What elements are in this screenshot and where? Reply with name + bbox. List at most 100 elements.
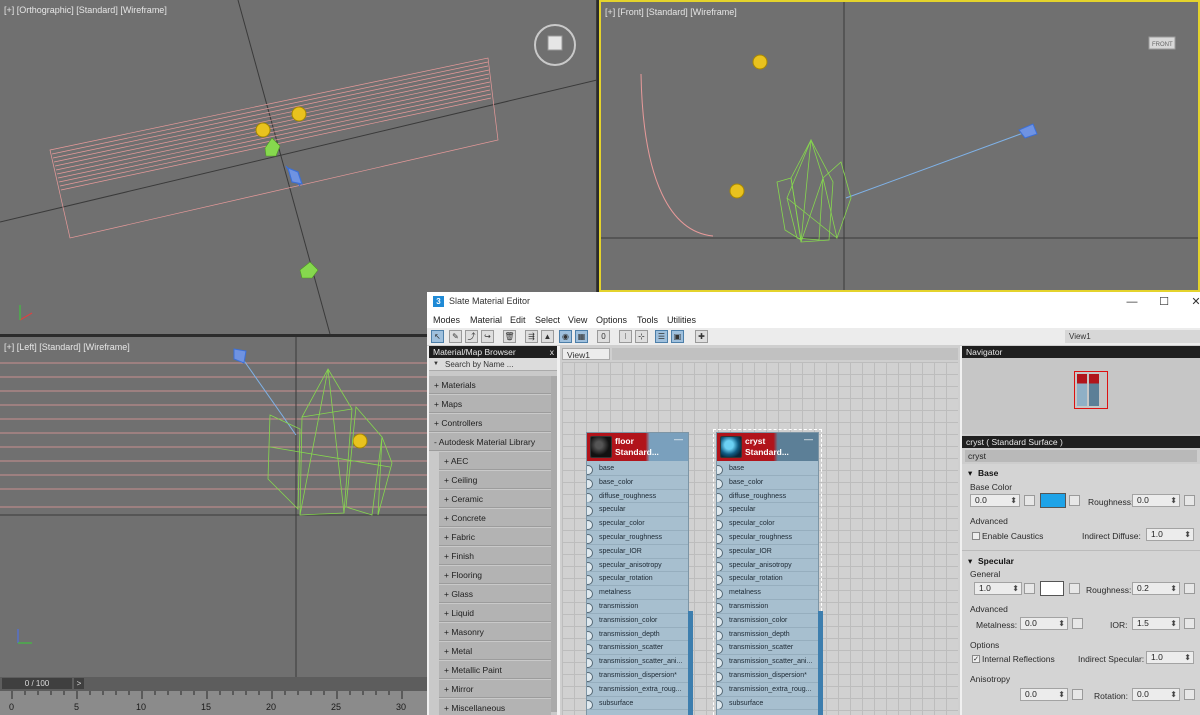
- put-material-icon[interactable]: ⤴: [465, 330, 478, 343]
- anisotropy-map-button[interactable]: [1072, 689, 1083, 700]
- input-slot[interactable]: transmission_extra_roug...: [717, 683, 818, 697]
- input-slot[interactable]: diffuse_roughness: [587, 490, 688, 504]
- enable-caustics-checkbox[interactable]: [972, 532, 980, 540]
- library-item[interactable]: + Masonry: [439, 623, 551, 641]
- base-weight-map-button[interactable]: [1024, 495, 1035, 506]
- node-canvas[interactable]: floor Standard... — base base_color diff…: [562, 362, 958, 715]
- library-item[interactable]: + Ceiling: [439, 471, 551, 489]
- rotation-spinner[interactable]: 0.0: [1132, 688, 1180, 701]
- title-bar[interactable]: 3 Slate Material Editor — ☐ ✕: [427, 292, 1200, 312]
- specular-weight-map-button[interactable]: [1024, 583, 1035, 594]
- menu-edit[interactable]: Edit: [510, 315, 526, 325]
- browser-item-materials[interactable]: + Materials: [429, 376, 551, 394]
- input-slot[interactable]: specular: [587, 503, 688, 518]
- viewport-orthographic[interactable]: [+] [Orthographic] [Standard] [Wireframe…: [0, 0, 597, 334]
- track-ruler[interactable]: 0 5 10 15 20 25 30: [0, 691, 427, 715]
- node-minimize-icon[interactable]: —: [674, 434, 683, 444]
- rollout-collapse-icon[interactable]: ▾: [968, 468, 972, 479]
- sample-slot-icon[interactable]: 0: [597, 330, 610, 343]
- material-map-browser-icon[interactable]: ☰: [655, 330, 668, 343]
- input-slot[interactable]: specular_rotation: [717, 572, 818, 587]
- input-slot[interactable]: metalness: [587, 586, 688, 600]
- move-children-icon[interactable]: ⇶: [525, 330, 538, 343]
- specular-roughness-spinner[interactable]: 0.2: [1132, 582, 1180, 595]
- input-slot[interactable]: base: [717, 462, 818, 476]
- internal-reflections-checkbox[interactable]: ✓: [972, 655, 980, 663]
- input-slot[interactable]: transmission_extra_roug...: [587, 683, 688, 697]
- minimize-button[interactable]: —: [1117, 294, 1147, 310]
- input-slot[interactable]: transmission_scatter_ani...: [587, 655, 688, 669]
- browser-search-input[interactable]: Search by Name ...: [429, 358, 557, 371]
- input-slot[interactable]: base: [587, 462, 688, 476]
- input-slot[interactable]: specular_anisotropy: [587, 559, 688, 573]
- input-slot[interactable]: transmission_scatter_ani...: [717, 655, 818, 669]
- input-slot[interactable]: transmission_depth: [587, 628, 688, 642]
- input-slot[interactable]: transmission_dispersion*: [717, 669, 818, 683]
- library-item[interactable]: + Liquid: [439, 604, 551, 622]
- library-item[interactable]: + Fabric: [439, 528, 551, 546]
- material-node-floor[interactable]: floor Standard... — base base_color diff…: [586, 432, 693, 715]
- base-weight-spinner[interactable]: 0.0: [970, 494, 1020, 507]
- material-preview-thumbnail[interactable]: [590, 436, 612, 458]
- specular-color-map-button[interactable]: [1069, 583, 1080, 594]
- parameter-editor-icon[interactable]: ▣: [671, 330, 684, 343]
- time-slider[interactable]: 0 / 100: [2, 678, 72, 689]
- viewport-label[interactable]: [+] [Front] [Standard] [Wireframe]: [605, 7, 737, 17]
- output-slot[interactable]: [818, 611, 823, 715]
- browser-close-icon[interactable]: x: [550, 346, 554, 358]
- node-header[interactable]: floor Standard... —: [587, 433, 688, 461]
- input-slot[interactable]: transmission_depth: [717, 628, 818, 642]
- menu-select[interactable]: Select: [535, 315, 560, 325]
- library-item[interactable]: + Concrete: [439, 509, 551, 527]
- browser-item-maps[interactable]: + Maps: [429, 395, 551, 413]
- viewport-label[interactable]: [+] [Orthographic] [Standard] [Wireframe…: [4, 5, 167, 15]
- input-slot[interactable]: specular_roughness: [717, 531, 818, 545]
- browser-scrollbar[interactable]: [551, 376, 557, 712]
- menu-modes[interactable]: Modes: [433, 315, 460, 325]
- layout-children-icon[interactable]: ⊹: [635, 330, 648, 343]
- input-slot[interactable]: transmission: [587, 600, 688, 614]
- input-slot[interactable]: transmission_color: [587, 614, 688, 628]
- input-slot[interactable]: subsurface: [587, 697, 688, 711]
- delete-icon[interactable]: 🗑: [503, 330, 516, 343]
- select-by-material-icon[interactable]: ✚: [695, 330, 708, 343]
- base-roughness-spinner[interactable]: 0.0: [1132, 494, 1180, 507]
- assign-material-icon[interactable]: ↪: [481, 330, 494, 343]
- ior-map-button[interactable]: [1184, 618, 1195, 629]
- library-item[interactable]: + Glass: [439, 585, 551, 603]
- base-roughness-map-button[interactable]: [1184, 495, 1195, 506]
- output-slot[interactable]: [688, 611, 693, 715]
- show-map-icon[interactable]: ◉: [559, 330, 572, 343]
- input-slot[interactable]: diffuse_roughness: [717, 490, 818, 504]
- viewport-left[interactable]: [+] [Left] [Standard] [Wireframe]: [0, 337, 427, 677]
- next-frame-button[interactable]: >: [74, 678, 84, 689]
- input-slot[interactable]: transmission: [717, 600, 818, 614]
- input-slot[interactable]: transmission_dispersion*: [587, 669, 688, 683]
- metalness-spinner[interactable]: 0.0: [1020, 617, 1068, 630]
- menu-tools[interactable]: Tools: [637, 315, 658, 325]
- ior-spinner[interactable]: 1.5: [1132, 617, 1180, 630]
- menu-options[interactable]: Options: [596, 315, 627, 325]
- library-item[interactable]: + Metal: [439, 642, 551, 660]
- material-preview-thumbnail[interactable]: [720, 436, 742, 458]
- specular-section-title[interactable]: Specular: [978, 556, 1014, 566]
- library-item[interactable]: + Miscellaneous: [439, 699, 551, 715]
- specular-roughness-map-button[interactable]: [1184, 583, 1195, 594]
- library-item[interactable]: + Mirror: [439, 680, 551, 698]
- base-section-title[interactable]: Base: [978, 468, 998, 478]
- base-color-swatch[interactable]: [1040, 493, 1066, 508]
- input-slot[interactable]: metalness: [717, 586, 818, 600]
- input-slot[interactable]: specular_rotation: [587, 572, 688, 587]
- menu-material[interactable]: Material: [470, 315, 502, 325]
- view-selector[interactable]: View1: [1065, 330, 1200, 343]
- node-header[interactable]: cryst Standard... —: [717, 433, 818, 461]
- input-slot[interactable]: subsurface: [717, 697, 818, 711]
- browser-item-autodesk-library[interactable]: - Autodesk Material Library: [429, 433, 551, 451]
- library-item[interactable]: + Finish: [439, 547, 551, 565]
- specular-weight-spinner[interactable]: 1.0: [974, 582, 1022, 595]
- library-item[interactable]: + Metallic Paint: [439, 661, 551, 679]
- indirect-diffuse-spinner[interactable]: 1.0: [1146, 528, 1194, 541]
- input-slot[interactable]: base_color: [587, 476, 688, 490]
- viewport-label[interactable]: [+] [Left] [Standard] [Wireframe]: [4, 342, 130, 352]
- input-slot[interactable]: transmission_color: [717, 614, 818, 628]
